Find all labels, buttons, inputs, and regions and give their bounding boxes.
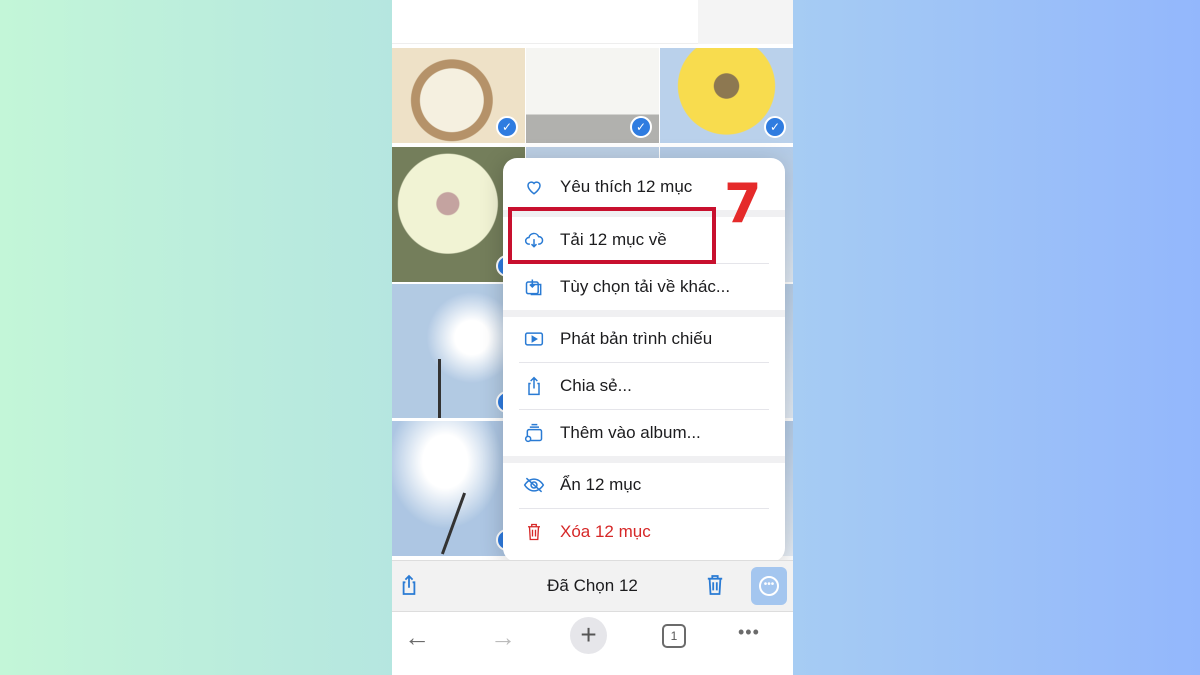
selection-toolbar: Đã Chọn 12 ••• bbox=[392, 560, 793, 611]
top-right-area bbox=[698, 0, 793, 44]
menu-item-add-to-album[interactable]: Thêm vào album... bbox=[503, 410, 785, 456]
top-card bbox=[392, 0, 698, 44]
menu-item-hide[interactable]: Ẩn 12 mục bbox=[503, 462, 785, 508]
forward-button[interactable]: → bbox=[490, 624, 516, 650]
back-button[interactable]: ← bbox=[404, 624, 430, 650]
checkmark-icon: ✓ bbox=[496, 116, 518, 138]
download-tray-icon bbox=[523, 276, 545, 298]
play-icon bbox=[523, 328, 545, 350]
tab-switcher-button[interactable]: 1 bbox=[662, 624, 686, 648]
checkmark-icon: ✓ bbox=[764, 116, 786, 138]
share-icon bbox=[523, 375, 545, 397]
highlight-box bbox=[508, 207, 716, 264]
menu-item-slideshow[interactable]: Phát bản trình chiếu bbox=[503, 316, 785, 362]
menu-item-download-options[interactable]: Tùy chọn tải về khác... bbox=[503, 264, 785, 310]
checkmark-icon: ✓ bbox=[630, 116, 652, 138]
step-number: 7 bbox=[724, 172, 762, 235]
menu-item-delete[interactable]: Xóa 12 mục bbox=[503, 509, 785, 555]
photo-tile[interactable]: ✓ bbox=[392, 48, 525, 143]
photo-tile[interactable]: ✓ bbox=[526, 48, 659, 143]
phone-screen: ✓ ✓ ✓ ✓ ✓ ✓ Yêu thích 12 mục Tải 12 mục … bbox=[392, 0, 793, 675]
more-options-button[interactable]: ••• bbox=[751, 567, 787, 605]
heart-icon bbox=[523, 176, 545, 198]
browser-menu-button[interactable]: ••• bbox=[738, 622, 760, 643]
menu-item-share[interactable]: Chia sẻ... bbox=[503, 363, 785, 409]
trash-icon bbox=[523, 521, 545, 543]
new-tab-button[interactable]: + bbox=[570, 617, 607, 654]
ellipsis-circle-icon: ••• bbox=[759, 576, 779, 596]
eye-slash-icon bbox=[523, 474, 545, 496]
delete-button[interactable] bbox=[706, 574, 724, 601]
browser-toolbar: ← → + 1 ••• bbox=[392, 611, 793, 675]
photo-tile[interactable]: ✓ bbox=[660, 48, 793, 143]
selection-count-title: Đã Chọn 12 bbox=[547, 576, 638, 595]
add-album-icon bbox=[523, 422, 545, 444]
